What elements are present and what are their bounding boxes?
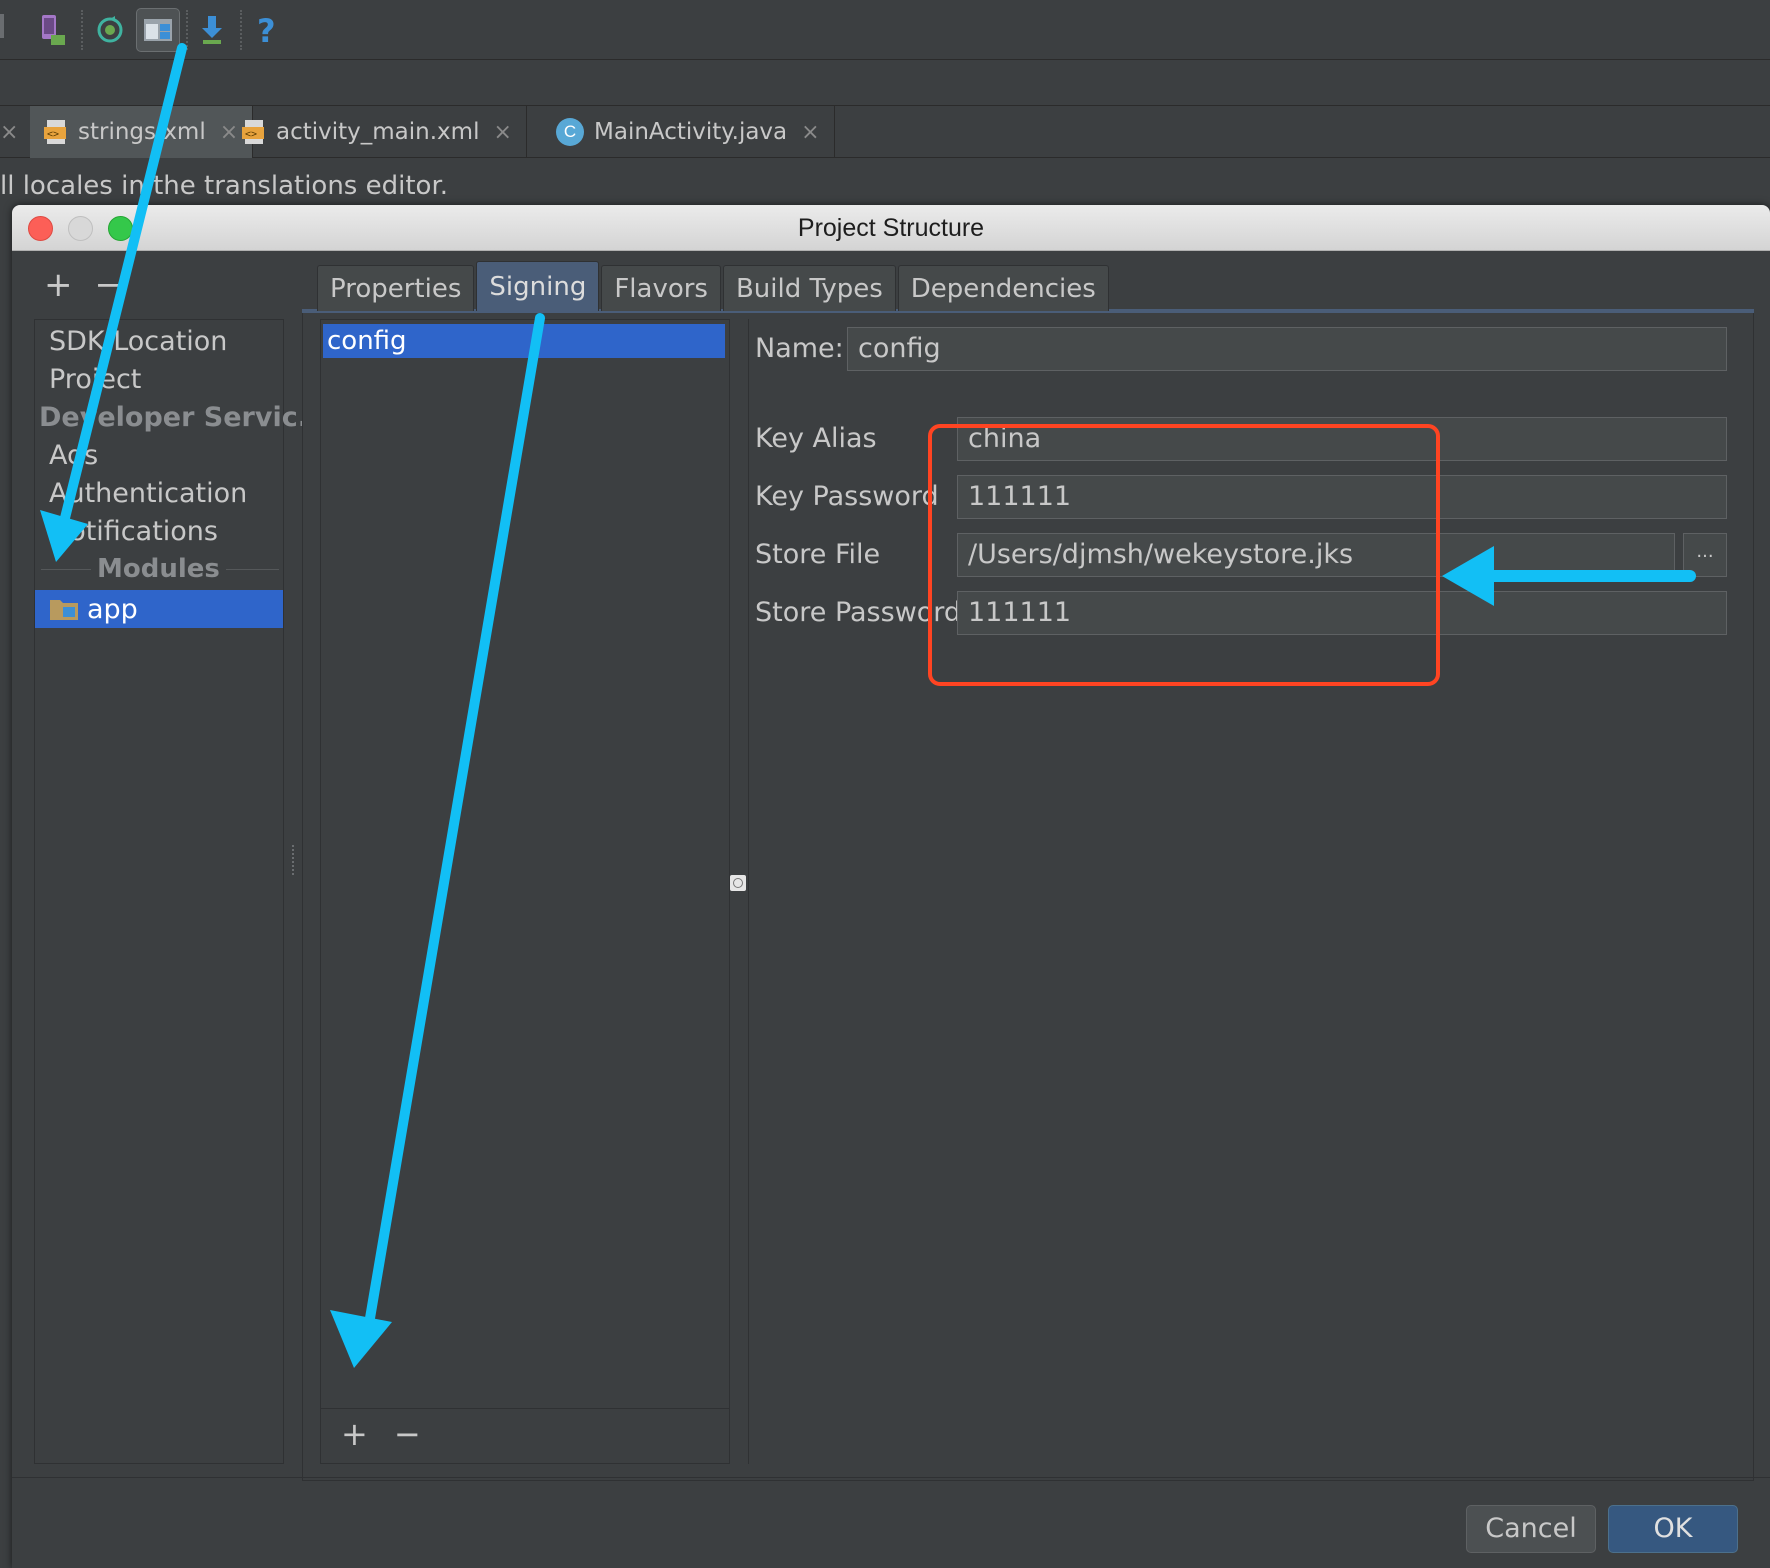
signing-config-list: config + − bbox=[320, 319, 730, 1464]
module-item-app[interactable]: app bbox=[35, 590, 283, 628]
question-mark-icon: ? bbox=[257, 14, 276, 46]
key-alias-field[interactable]: china bbox=[957, 417, 1727, 461]
avd-manager-icon bbox=[42, 15, 65, 45]
tab-properties[interactable]: Properties bbox=[317, 265, 475, 311]
nav-item-ads[interactable]: Ads bbox=[49, 440, 98, 471]
xml-file-icon: <> bbox=[44, 119, 70, 145]
svg-text:?: ? bbox=[257, 14, 276, 46]
sync-icon bbox=[97, 16, 123, 43]
tab-label: MainActivity.java bbox=[594, 119, 788, 145]
tab-strings-xml[interactable]: <> strings.xml × bbox=[30, 106, 254, 158]
toolbar-separator bbox=[240, 10, 242, 50]
module-tabs: Properties Signing Flavors Build Types D… bbox=[317, 261, 1109, 311]
help-button[interactable]: ? bbox=[244, 8, 288, 52]
dialog-titlebar: Project Structure bbox=[12, 205, 1770, 251]
key-password-label: Key Password bbox=[755, 481, 939, 512]
store-password-label: Store Password bbox=[755, 597, 962, 628]
editor-banner: ll locales in the translations editor. bbox=[0, 158, 1770, 208]
xml-file-icon: <> bbox=[242, 119, 268, 145]
left-navigation-panel: SDK Location Project Developer Servic...… bbox=[34, 319, 329, 1464]
modules-header: Modules bbox=[35, 554, 285, 584]
add-config-button[interactable]: + bbox=[341, 1415, 368, 1453]
add-module-button[interactable]: + bbox=[44, 265, 73, 305]
project-structure-icon bbox=[144, 19, 172, 41]
signing-form: Name: config Key Alias china Key Passwor… bbox=[748, 319, 1752, 1464]
toolbar-separator bbox=[81, 10, 83, 50]
project-structure-button[interactable] bbox=[136, 8, 180, 52]
avd-manager-button[interactable] bbox=[30, 8, 74, 52]
list-toolbar: + − bbox=[341, 1415, 421, 1453]
ok-button[interactable]: OK bbox=[1608, 1505, 1738, 1553]
navigation-bar bbox=[0, 60, 1770, 106]
editor-tab-bar: × <> strings.xml × <> activity_main.xml … bbox=[0, 106, 1770, 158]
browse-store-file-button[interactable]: ... bbox=[1683, 533, 1727, 577]
nav-item-project[interactable]: Project bbox=[49, 364, 141, 395]
tab-dependencies[interactable]: Dependencies bbox=[897, 265, 1109, 311]
module-folder-icon bbox=[49, 597, 79, 621]
project-structure-dialog: Project Structure + − SDK Location Proje… bbox=[12, 205, 1770, 1568]
list-item-config[interactable]: config bbox=[323, 324, 725, 358]
nav-item-authentication[interactable]: Authentication bbox=[49, 478, 247, 509]
key-password-field[interactable]: 111111 bbox=[957, 475, 1727, 519]
tab-flavors[interactable]: Flavors bbox=[601, 265, 721, 311]
tab-label: activity_main.xml bbox=[276, 119, 480, 145]
sdk-manager-button[interactable] bbox=[190, 8, 234, 52]
store-password-field[interactable]: 111111 bbox=[957, 591, 1727, 635]
key-alias-label: Key Alias bbox=[755, 423, 877, 454]
left-toolbar: + − bbox=[44, 265, 123, 305]
close-icon[interactable]: × bbox=[801, 120, 819, 145]
store-file-field[interactable]: /Users/djmsh/wekeystore.jks bbox=[957, 533, 1675, 577]
toolbar-edge bbox=[0, 14, 4, 38]
svg-text:<>: <> bbox=[47, 129, 59, 140]
tab-mainactivity-java[interactable]: C MainActivity.java × bbox=[542, 106, 835, 158]
sync-project-button[interactable] bbox=[88, 8, 132, 52]
download-icon bbox=[202, 16, 222, 44]
main-toolbar: ? bbox=[0, 0, 1770, 60]
java-class-icon: C bbox=[556, 118, 584, 146]
modules-label: Modules bbox=[97, 554, 220, 584]
svg-text:<>: <> bbox=[245, 129, 257, 140]
remove-module-button[interactable]: − bbox=[95, 265, 124, 305]
module-label: app bbox=[87, 593, 138, 625]
nav-item-notifications[interactable]: Notifications bbox=[49, 516, 218, 547]
toolbar-separator bbox=[186, 10, 188, 50]
button-bar-divider bbox=[12, 1477, 1770, 1478]
close-icon[interactable]: × bbox=[493, 120, 511, 145]
store-file-label: Store File bbox=[755, 539, 881, 570]
collapse-panel-button[interactable] bbox=[730, 875, 746, 891]
dialog-title: Project Structure bbox=[797, 214, 985, 242]
nav-item-sdk-location[interactable]: SDK Location bbox=[49, 326, 227, 357]
name-label: Name: bbox=[755, 333, 844, 364]
tab-build-types[interactable]: Build Types bbox=[722, 265, 896, 311]
remove-config-button[interactable]: − bbox=[394, 1415, 421, 1453]
panel-splitter-handle[interactable] bbox=[292, 845, 298, 875]
cancel-button[interactable]: Cancel bbox=[1466, 1505, 1596, 1553]
close-icon[interactable]: × bbox=[0, 106, 18, 158]
list-toolbar-divider bbox=[321, 1408, 729, 1409]
nav-section-developer-services: Developer Servic... bbox=[39, 402, 329, 433]
tab-label: strings.xml bbox=[78, 119, 206, 145]
tab-activity-main-xml[interactable]: <> activity_main.xml × bbox=[228, 106, 527, 158]
name-field[interactable]: config bbox=[847, 327, 1727, 371]
tab-signing[interactable]: Signing bbox=[476, 261, 600, 311]
